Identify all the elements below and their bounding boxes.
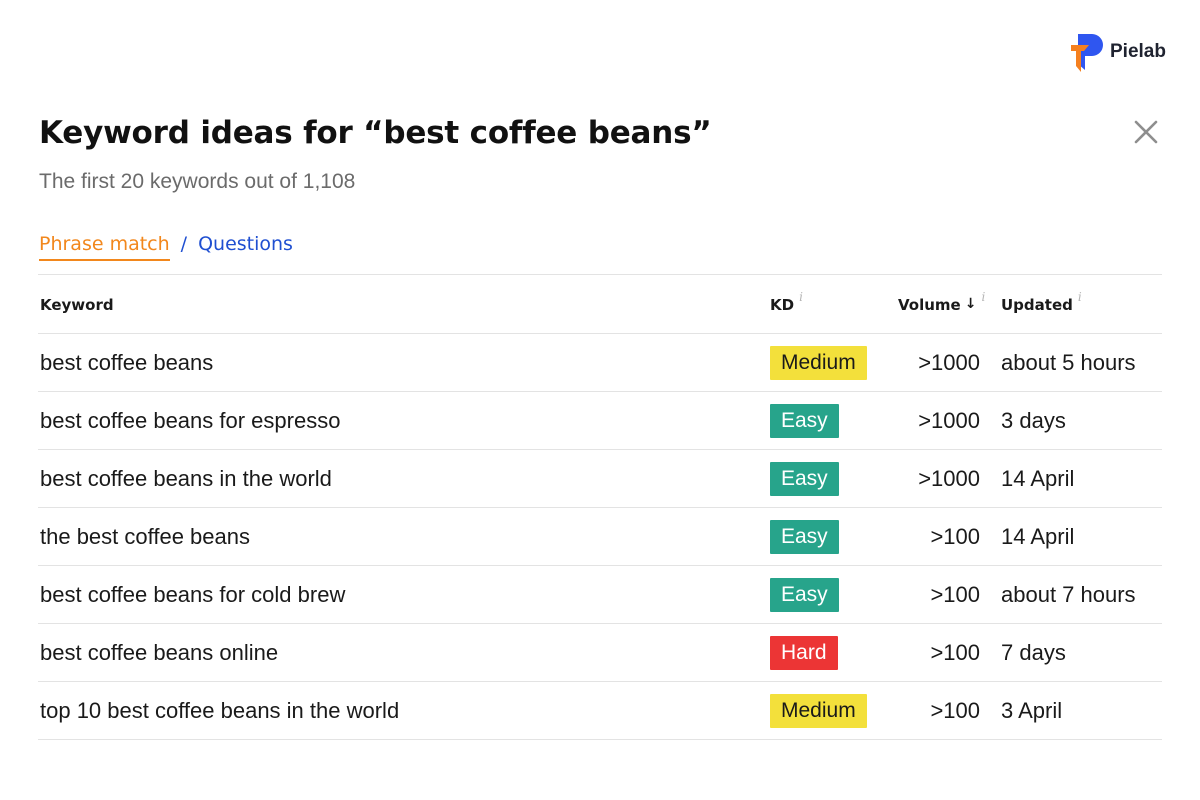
kd-badge: Easy bbox=[770, 577, 839, 612]
pielab-logo-icon bbox=[1071, 34, 1103, 72]
table-row[interactable]: top 10 best coffee beans in the world Me… bbox=[38, 682, 1162, 740]
kd-badge: Medium bbox=[770, 345, 867, 380]
tab-bar: Phrase match / Questions bbox=[39, 233, 293, 261]
tab-questions[interactable]: Questions bbox=[198, 233, 293, 261]
volume-cell: >100 bbox=[930, 639, 980, 665]
sort-down-icon: ↓ bbox=[964, 296, 977, 312]
kd-badge: Hard bbox=[770, 635, 838, 670]
volume-cell: >1000 bbox=[918, 465, 980, 491]
table-row[interactable]: best coffee beans for cold brew Easy >10… bbox=[38, 566, 1162, 624]
column-header-kd[interactable]: KD i bbox=[770, 290, 803, 314]
updated-cell: about 5 hours bbox=[1001, 349, 1136, 375]
volume-cell: >1000 bbox=[918, 407, 980, 433]
kd-badge: Easy bbox=[770, 519, 839, 554]
keyword-cell[interactable]: best coffee beans online bbox=[40, 624, 278, 681]
column-header-kd-label: KD bbox=[770, 296, 795, 314]
updated-cell: 3 April bbox=[1001, 697, 1063, 723]
volume-cell: >1000 bbox=[918, 349, 980, 375]
kd-badge: Easy bbox=[770, 403, 839, 438]
kd-badge: Medium bbox=[770, 693, 867, 728]
kd-cell: Medium bbox=[770, 334, 867, 391]
updated-cell: 14 April bbox=[1001, 523, 1075, 549]
updated-cell: 7 days bbox=[1001, 639, 1066, 665]
column-header-volume[interactable]: Volume ↓ i bbox=[898, 290, 985, 314]
close-icon bbox=[1134, 120, 1158, 144]
kd-cell: Easy bbox=[770, 392, 839, 449]
keyword-table: Keyword KD i Volume ↓ i Updated i best c… bbox=[38, 274, 1162, 740]
kd-badge: Easy bbox=[770, 461, 839, 496]
table-row[interactable]: the best coffee beans Easy >100 14 April bbox=[38, 508, 1162, 566]
kd-cell: Hard bbox=[770, 624, 838, 681]
table-row[interactable]: best coffee beans in the world Easy >100… bbox=[38, 450, 1162, 508]
keyword-cell[interactable]: best coffee beans for cold brew bbox=[40, 566, 345, 623]
volume-cell: >100 bbox=[930, 523, 980, 549]
column-header-updated-label: Updated bbox=[1001, 296, 1073, 314]
column-header-keyword-label: Keyword bbox=[40, 296, 114, 314]
table-row[interactable]: best coffee beans for espresso Easy >100… bbox=[38, 392, 1162, 450]
table-row[interactable]: best coffee beans online Hard >100 7 day… bbox=[38, 624, 1162, 682]
kd-cell: Medium bbox=[770, 682, 867, 739]
tab-phrase-match[interactable]: Phrase match bbox=[39, 233, 170, 261]
page-title: Keyword ideas for “best coffee beans” bbox=[39, 115, 712, 151]
kd-cell: Easy bbox=[770, 566, 839, 623]
column-header-keyword[interactable]: Keyword bbox=[40, 296, 114, 314]
kd-cell: Easy bbox=[770, 508, 839, 565]
keyword-cell[interactable]: the best coffee beans bbox=[40, 508, 250, 565]
keyword-cell[interactable]: best coffee beans bbox=[40, 334, 213, 391]
table-row[interactable]: best coffee beans Medium >1000 about 5 h… bbox=[38, 334, 1162, 392]
tab-separator: / bbox=[180, 233, 188, 255]
updated-cell: about 7 hours bbox=[1001, 581, 1136, 607]
table-header: Keyword KD i Volume ↓ i Updated i bbox=[38, 275, 1162, 334]
close-button[interactable] bbox=[1128, 114, 1164, 150]
updated-cell: 3 days bbox=[1001, 407, 1066, 433]
brand-name: Pielab bbox=[1110, 41, 1166, 62]
volume-cell: >100 bbox=[930, 697, 980, 723]
volume-cell: >100 bbox=[930, 581, 980, 607]
column-header-volume-label: Volume bbox=[898, 296, 961, 314]
column-header-updated[interactable]: Updated i bbox=[1001, 290, 1082, 314]
keyword-cell[interactable]: best coffee beans for espresso bbox=[40, 392, 340, 449]
brand-logo: Pielab bbox=[1068, 30, 1166, 74]
page-subtitle: The first 20 keywords out of 1,108 bbox=[39, 170, 356, 193]
keyword-cell[interactable]: best coffee beans in the world bbox=[40, 450, 332, 507]
kd-cell: Easy bbox=[770, 450, 839, 507]
kd-info-icon[interactable]: i bbox=[799, 290, 803, 304]
keyword-cell[interactable]: top 10 best coffee beans in the world bbox=[40, 682, 399, 739]
volume-info-icon[interactable]: i bbox=[981, 290, 985, 304]
updated-info-icon[interactable]: i bbox=[1078, 290, 1082, 304]
updated-cell: 14 April bbox=[1001, 465, 1075, 491]
